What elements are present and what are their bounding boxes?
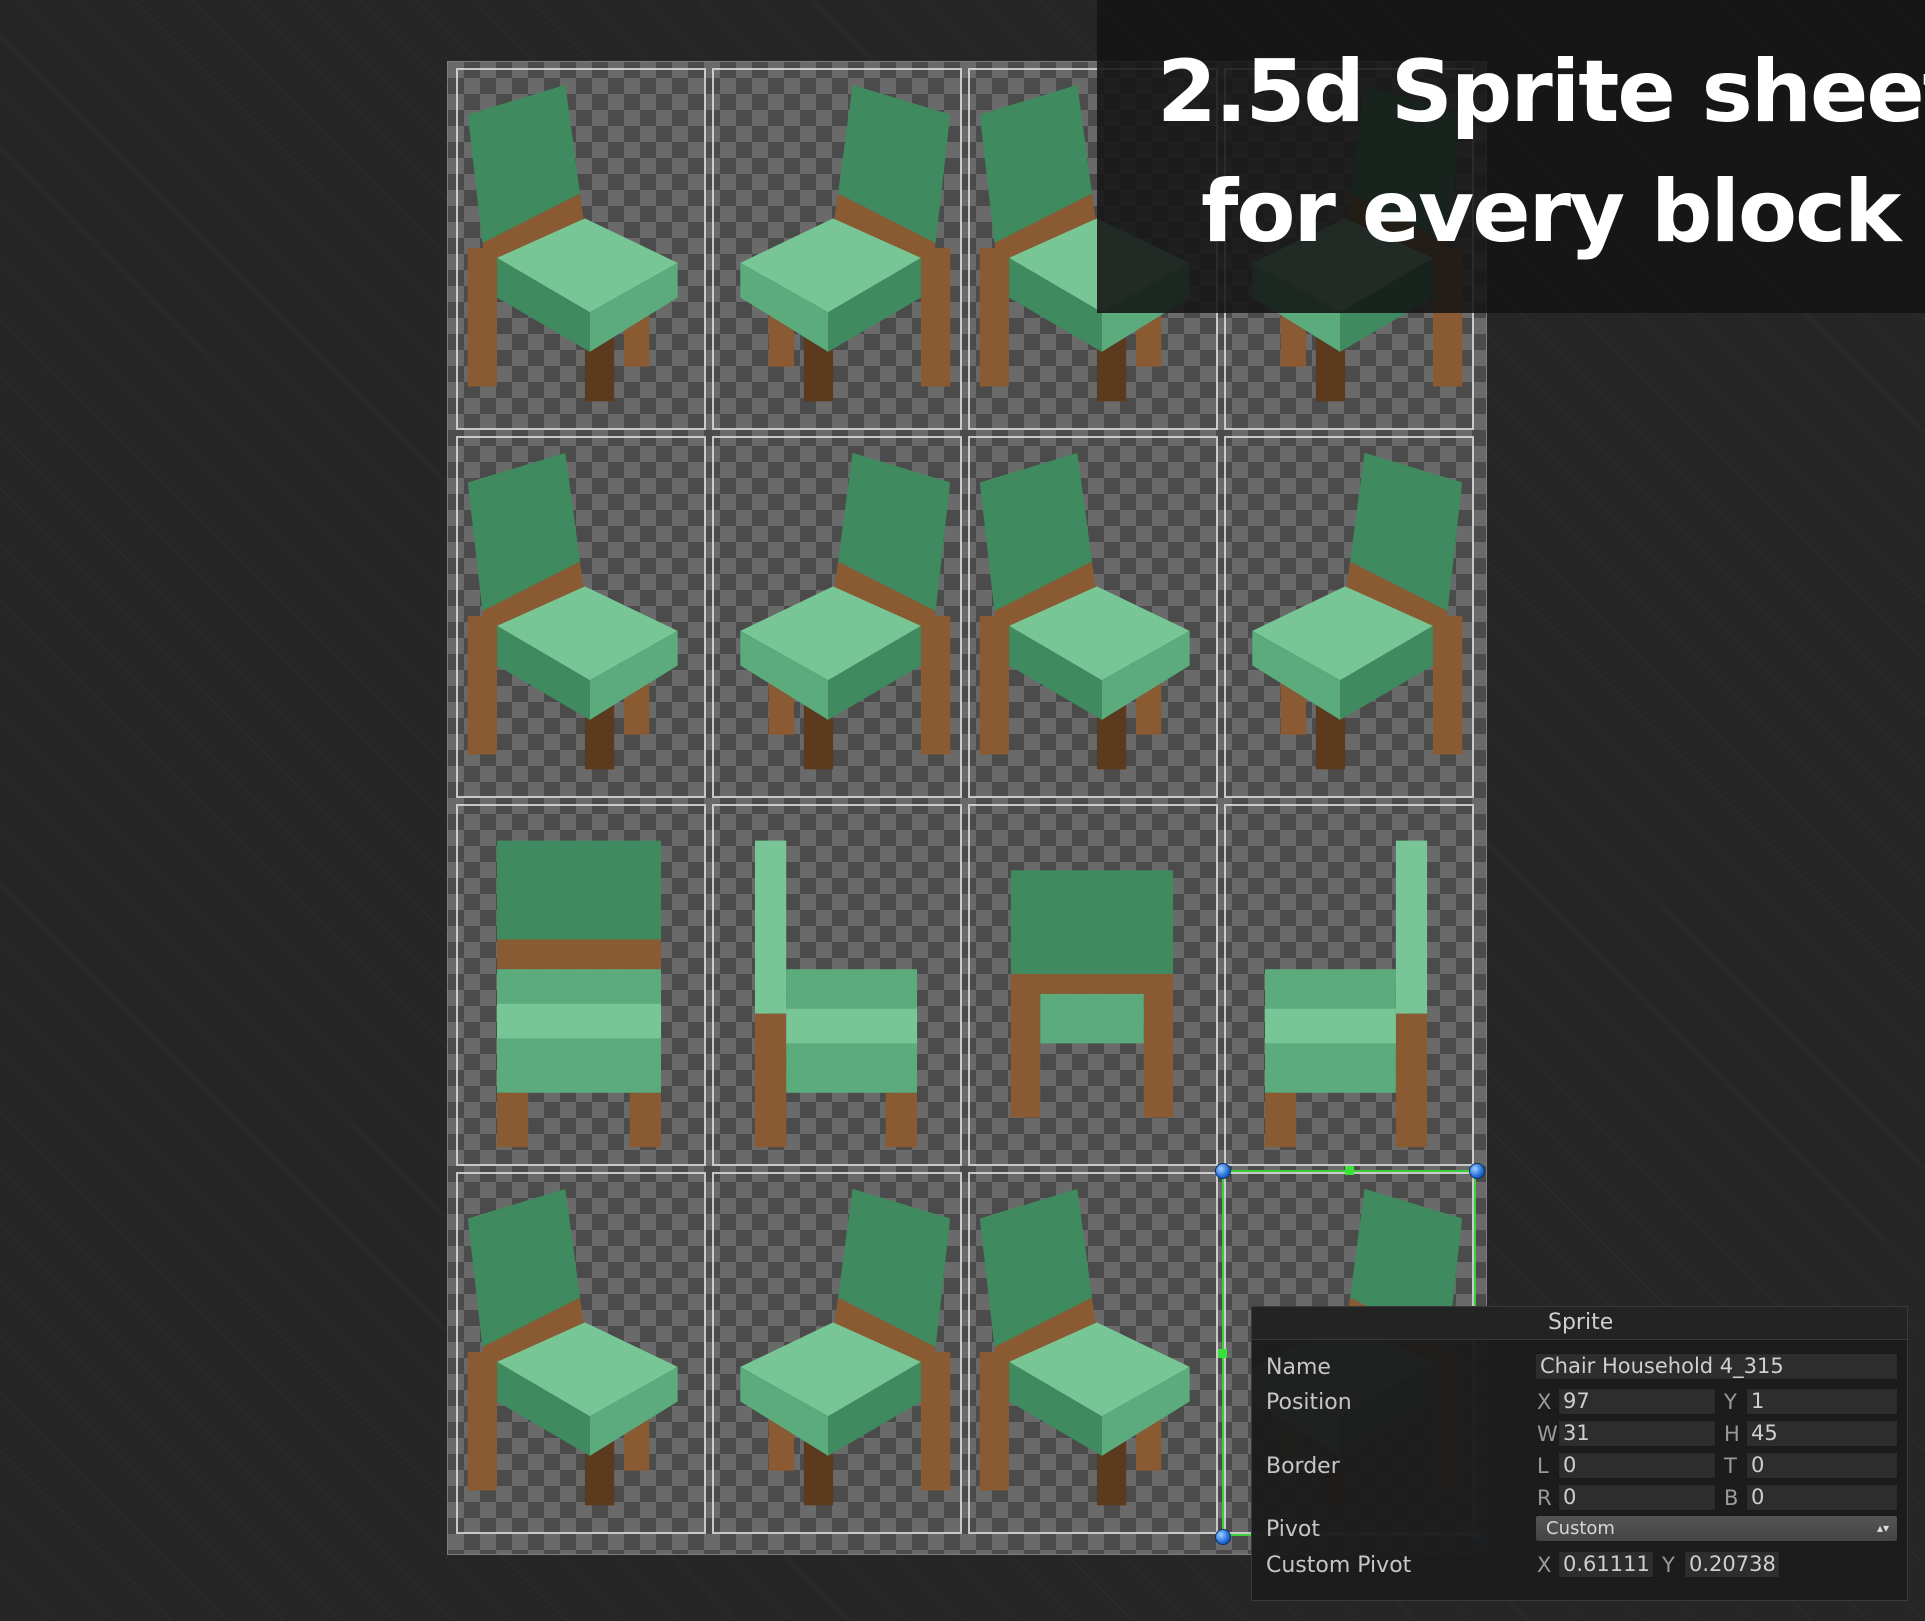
pivot-dropdown[interactable]: Custom ▴▾ bbox=[1535, 1515, 1898, 1542]
w-label: W bbox=[1537, 1422, 1558, 1446]
chair-sprite-image bbox=[1011, 870, 1174, 1118]
chair-sprite-image bbox=[497, 840, 662, 1148]
name-label: Name bbox=[1266, 1355, 1331, 1380]
h-label: H bbox=[1724, 1422, 1740, 1446]
sprite-cell[interactable] bbox=[1224, 804, 1474, 1166]
custom-pivot-x-field[interactable]: 0.61111 bbox=[1558, 1551, 1654, 1578]
pivot-label: Pivot bbox=[1266, 1517, 1321, 1542]
sprite-cell[interactable] bbox=[712, 68, 962, 430]
chair-sprite-image bbox=[755, 840, 918, 1148]
title-line-2: for every block bbox=[1201, 162, 1901, 262]
chair-sprite-image bbox=[467, 452, 678, 770]
r-label: R bbox=[1537, 1486, 1552, 1510]
t-label: T bbox=[1724, 1454, 1737, 1478]
border-bottom-field[interactable]: 0 bbox=[1746, 1484, 1898, 1511]
chair-sprite-image bbox=[979, 452, 1190, 770]
inspector-header: Sprite bbox=[1252, 1307, 1907, 1340]
chair-sprite-image bbox=[740, 84, 951, 402]
sprite-inspector-panel: Sprite Name Chair Household 4_315 Positi… bbox=[1251, 1306, 1908, 1601]
y-label: Y bbox=[1724, 1390, 1737, 1414]
custom-pivot-x-label: X bbox=[1537, 1553, 1552, 1577]
sprite-cell[interactable] bbox=[968, 436, 1218, 798]
b-label: B bbox=[1724, 1486, 1739, 1510]
inspector-title: Sprite bbox=[1548, 1310, 1614, 1335]
sprite-cell[interactable] bbox=[456, 436, 706, 798]
sprite-editor: 2.5d Sprite sheet for every block Sprite… bbox=[0, 0, 1925, 1621]
width-field[interactable]: 31 bbox=[1558, 1420, 1716, 1447]
sprite-cell[interactable] bbox=[456, 804, 706, 1166]
x-label: X bbox=[1537, 1390, 1552, 1414]
edge-handle[interactable] bbox=[1345, 1166, 1354, 1175]
chair-sprite-image bbox=[467, 84, 678, 402]
custom-pivot-y-label: Y bbox=[1662, 1553, 1675, 1577]
border-top-field[interactable]: 0 bbox=[1746, 1452, 1898, 1479]
sprite-cell[interactable] bbox=[712, 436, 962, 798]
sprite-cell[interactable] bbox=[968, 1172, 1218, 1534]
position-x-field[interactable]: 97 bbox=[1558, 1388, 1716, 1415]
border-label: Border bbox=[1266, 1454, 1340, 1479]
sprite-cell[interactable] bbox=[968, 804, 1218, 1166]
height-field[interactable]: 45 bbox=[1746, 1420, 1898, 1447]
chair-sprite-image bbox=[740, 1188, 951, 1506]
custom-pivot-label: Custom Pivot bbox=[1266, 1553, 1412, 1578]
sprite-cell[interactable] bbox=[456, 1172, 706, 1534]
border-left-field[interactable]: 0 bbox=[1558, 1452, 1716, 1479]
sprite-cell[interactable] bbox=[456, 68, 706, 430]
chair-sprite-image bbox=[979, 1188, 1190, 1506]
sprite-cell[interactable] bbox=[1224, 436, 1474, 798]
title-line-1: 2.5d Sprite sheet bbox=[1157, 42, 1925, 142]
position-y-field[interactable]: 1 bbox=[1746, 1388, 1898, 1415]
sprite-cell[interactable] bbox=[712, 1172, 962, 1534]
dropdown-arrow-icon: ▴▾ bbox=[1876, 1521, 1889, 1535]
resize-handle[interactable] bbox=[1469, 1163, 1485, 1179]
custom-pivot-y-field[interactable]: 0.20738 bbox=[1684, 1551, 1780, 1578]
chair-sprite-image bbox=[740, 452, 951, 770]
position-label: Position bbox=[1266, 1390, 1352, 1415]
chair-sprite-image bbox=[1265, 840, 1428, 1148]
name-field[interactable]: Chair Household 4_315 bbox=[1535, 1353, 1898, 1380]
title-overlay: 2.5d Sprite sheet for every block bbox=[1097, 0, 1925, 313]
l-label: L bbox=[1537, 1454, 1549, 1478]
pivot-value: Custom bbox=[1546, 1518, 1615, 1539]
edge-handle[interactable] bbox=[1218, 1349, 1227, 1358]
chair-sprite-image bbox=[1252, 452, 1463, 770]
chair-sprite-image bbox=[467, 1188, 678, 1506]
resize-handle[interactable] bbox=[1215, 1529, 1231, 1545]
sprite-cell[interactable] bbox=[712, 804, 962, 1166]
resize-handle[interactable] bbox=[1215, 1163, 1231, 1179]
border-right-field[interactable]: 0 bbox=[1558, 1484, 1716, 1511]
